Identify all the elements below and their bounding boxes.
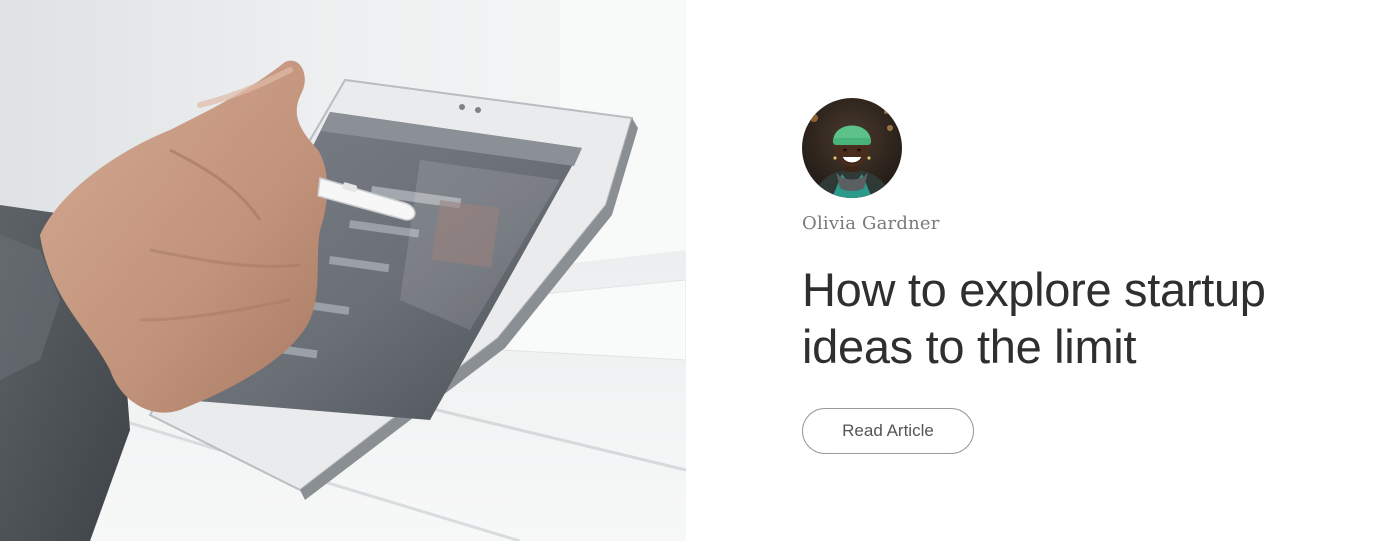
article-card: Olivia Gardner How to explore startup id…	[0, 0, 1400, 541]
hero-image	[0, 0, 686, 541]
author-avatar[interactable]	[802, 98, 902, 198]
author-name[interactable]: Olivia Gardner	[802, 213, 1362, 235]
article-content: Olivia Gardner How to explore startup id…	[802, 98, 1362, 454]
article-title[interactable]: How to explore startup ideas to the limi…	[802, 261, 1342, 375]
read-article-button[interactable]: Read Article	[802, 408, 974, 454]
